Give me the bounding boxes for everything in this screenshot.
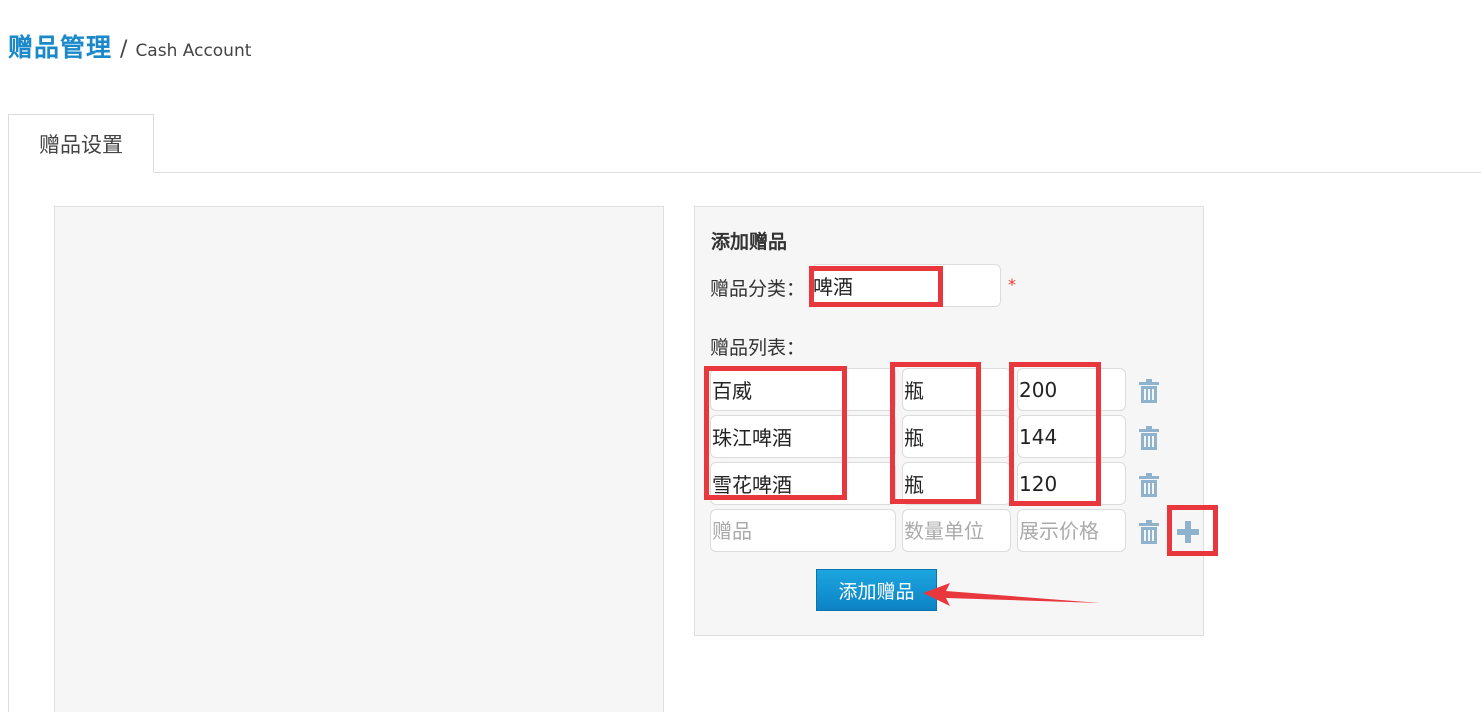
trash-icon[interactable]	[1136, 519, 1162, 545]
gift-unit-input[interactable]	[902, 462, 1011, 505]
content-border	[8, 172, 9, 712]
page-subtitle: Cash Account	[135, 41, 252, 61]
gift-name-input[interactable]	[710, 462, 896, 505]
trash-icon[interactable]	[1136, 425, 1162, 451]
tab-gift-settings[interactable]: 赠品设置	[8, 114, 154, 173]
form-title: 添加赠品	[711, 231, 788, 253]
trash-icon[interactable]	[1136, 378, 1162, 404]
gift-list-label: 赠品列表：	[710, 337, 806, 359]
new-gift-price-input[interactable]	[1017, 509, 1126, 552]
trash-icon[interactable]	[1136, 472, 1162, 498]
breadcrumb-separator: /	[120, 37, 128, 62]
gift-price-input[interactable]	[1017, 368, 1126, 411]
add-gift-button[interactable]: 添加赠品	[816, 569, 937, 611]
new-gift-unit-input[interactable]	[902, 509, 1011, 552]
gift-unit-input[interactable]	[902, 415, 1011, 458]
tab-bar: 赠品设置	[8, 114, 1481, 173]
category-input[interactable]	[811, 264, 1001, 307]
preview-panel	[54, 206, 664, 712]
required-mark: *	[1008, 275, 1016, 294]
gift-unit-input[interactable]	[902, 368, 1011, 411]
gift-name-input[interactable]	[710, 368, 896, 411]
category-label: 赠品分类：	[710, 278, 806, 300]
gift-price-input[interactable]	[1017, 415, 1126, 458]
page: 赠品管理 / Cash Account 赠品设置 添加赠品 赠品分类： * 赠品…	[0, 0, 1481, 712]
gift-name-input[interactable]	[710, 415, 896, 458]
page-title: 赠品管理	[8, 33, 113, 62]
plus-icon[interactable]	[1175, 519, 1201, 545]
breadcrumb: 赠品管理 / Cash Account	[8, 28, 251, 64]
add-gift-form: 添加赠品 赠品分类： * 赠品列表：	[694, 206, 1204, 636]
new-gift-name-input[interactable]	[710, 509, 896, 552]
gift-price-input[interactable]	[1017, 462, 1126, 505]
